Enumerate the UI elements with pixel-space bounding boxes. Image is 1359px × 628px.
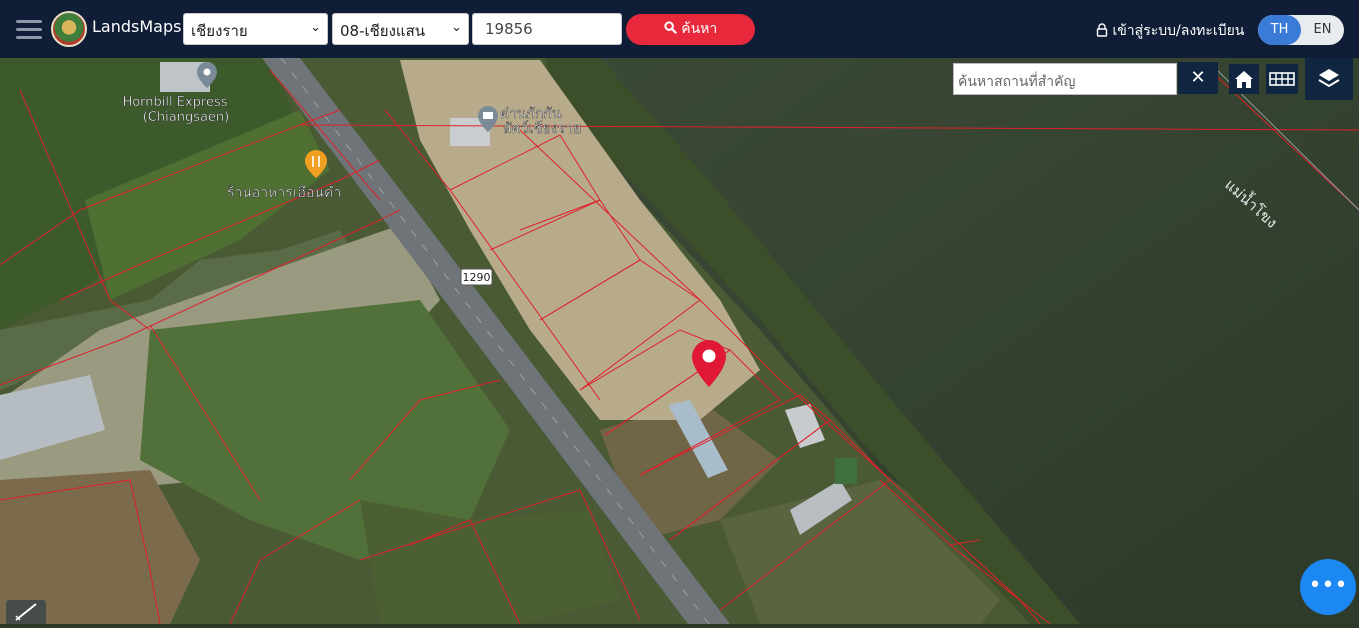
hamburger-icon[interactable] [16,17,42,41]
layers-icon[interactable] [1305,58,1353,100]
satellite-map[interactable]: 1290 Hornbill Express (Chiangsaen) ด่านก… [0,58,1359,624]
svg-text:สัตว์เชียงราย: สัตว์เชียงราย [503,120,581,137]
province-select-value: เชียงราย [191,22,248,40]
grid-icon[interactable] [1266,64,1298,94]
search-button[interactable]: ค้นหา [626,14,755,45]
province-select[interactable]: เชียงราย ⌄ [183,13,328,45]
parcel-number-input[interactable]: 19856 [472,13,622,45]
road-shield-1290: 1290 [460,268,493,286]
district-select[interactable]: 08-เชียงแสน ⌄ [332,13,469,45]
map-canvas[interactable]: 1290 Hornbill Express (Chiangsaen) ด่านก… [0,58,1359,624]
place-search-input[interactable]: ค้นหาสถานที่สำคัญ [953,63,1177,95]
chevron-down-icon: ⌄ [451,20,462,35]
ruler-icon [15,603,37,621]
more-icon: ••• [1308,573,1348,598]
chevron-down-icon: ⌄ [310,20,321,35]
login-link[interactable]: เข้าสู่ระบบ/ลงทะเบียน [1096,20,1244,42]
svg-text:(Chiangsaen): (Chiangsaen) [143,110,230,125]
search-button-label: ค้นหา [681,21,718,37]
language-toggle[interactable]: TH EN [1258,15,1344,45]
svg-text:Hornbill Express: Hornbill Express [122,95,227,110]
measure-tool-button[interactable] [6,600,46,624]
lock-icon [1096,23,1108,37]
landsmaps-logo [51,11,87,47]
search-icon [664,21,677,34]
svg-text:1290: 1290 [463,271,491,284]
lang-th-button[interactable]: TH [1258,15,1301,45]
home-icon[interactable] [1229,64,1259,94]
district-select-value: 08-เชียงแสน [340,22,425,40]
brand-name: LandsMaps [92,17,182,36]
login-label: เข้าสู่ระบบ/ลงทะเบียน [1112,23,1245,39]
top-navbar: LandsMaps เชียงราย ⌄ 08-เชียงแสน ⌄ 19856… [0,0,1359,58]
svg-text:ด่านกักกัน: ด่านกักกัน [500,106,562,122]
close-icon[interactable]: ✕ [1178,62,1218,94]
svg-text:ร้านอาหารเฮือนคำ: ร้านอาหารเฮือนคำ [227,185,341,201]
more-options-button[interactable]: ••• [1300,559,1356,615]
lang-en-button[interactable]: EN [1301,15,1344,45]
